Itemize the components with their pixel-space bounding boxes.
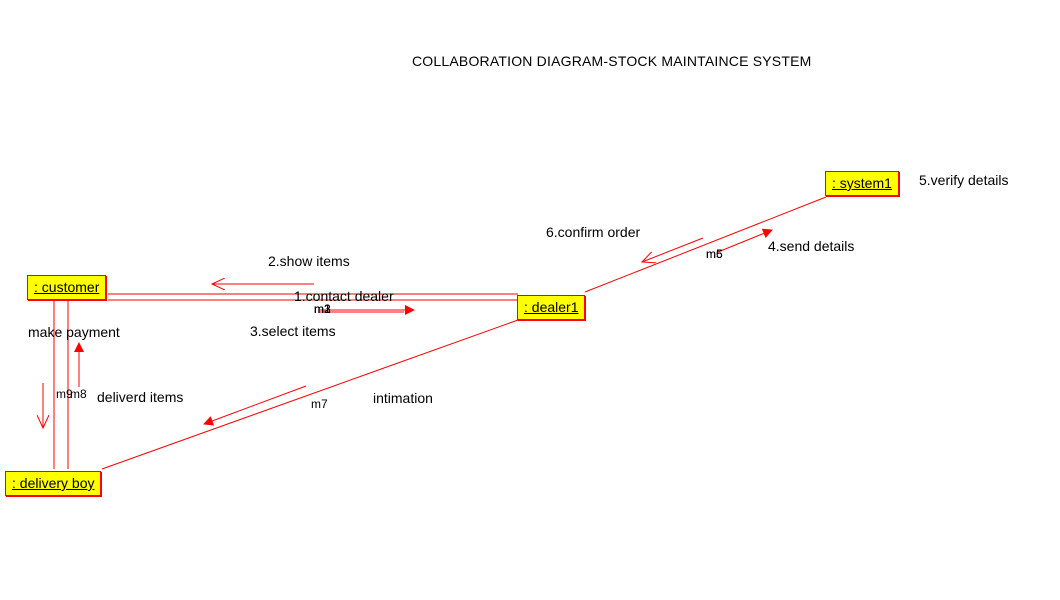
message-make-payment: make payment [28,324,120,340]
send-details-arrow [717,228,773,253]
message-verify-details: 5.verify details [919,172,1009,188]
message-id-m3: m3 [314,302,331,316]
message-select-items: 3.select items [250,323,336,339]
message-send-details: 4.send details [768,238,855,254]
message-intimation: intimation [373,390,433,406]
diagram-title: COLLABORATION DIAGRAM-STOCK MAINTAINCE S… [412,53,812,69]
message-id-m6: m6 [706,247,723,261]
message-confirm-order: 6.confirm order [546,224,641,240]
message-show-items: 2.show items [268,253,350,269]
message-id-m8: m8 [70,387,87,401]
message-deliverd-items: deliverd items [97,389,184,405]
customer-object[interactable]: : customer [27,275,107,300]
message-id-m7: m7 [311,397,328,411]
intimation-arrow [203,385,307,426]
confirm-order-arrow [642,237,704,262]
dealer-object[interactable]: : dealer1 [517,295,586,320]
system-object[interactable]: : system1 [825,171,899,196]
delivery-boy-object[interactable]: : delivery boy [5,471,102,496]
message-contact-dealer: 1.contact dealer [294,288,394,304]
